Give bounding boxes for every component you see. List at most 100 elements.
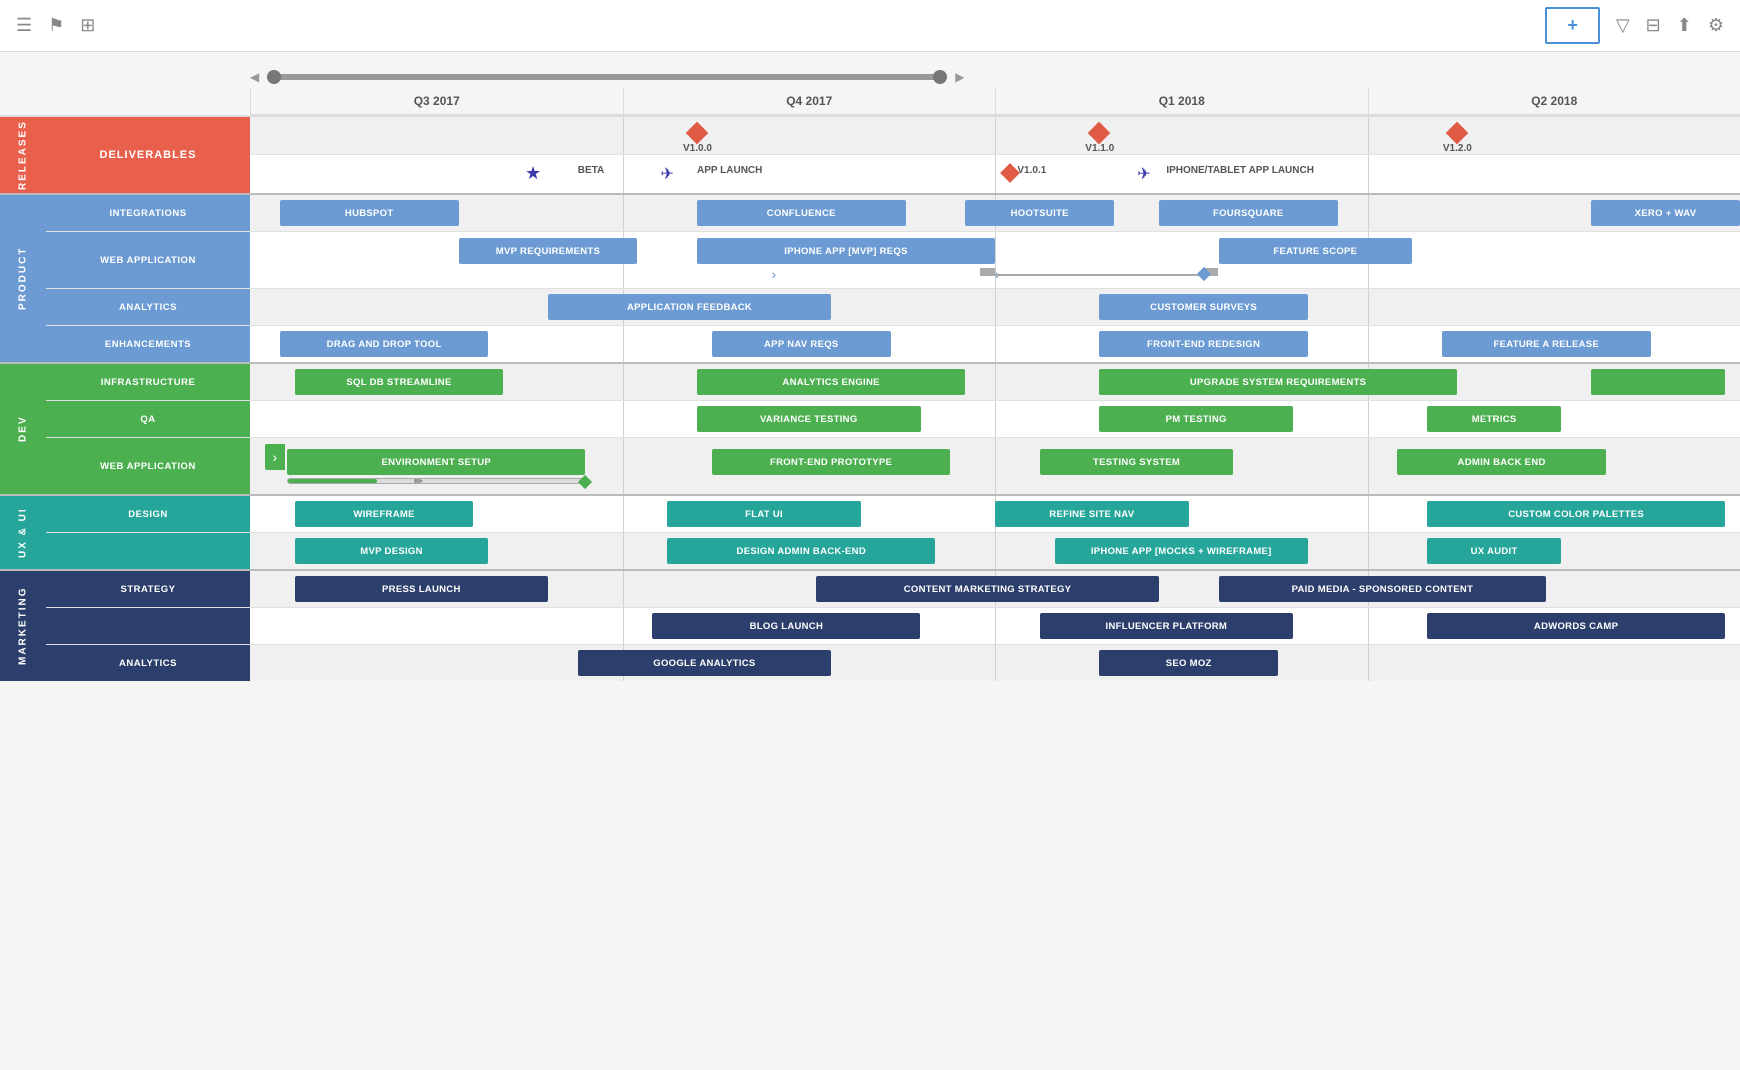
dev-infrastructure-gantt: SQL DB STREAMLINE ANALYTICS ENGINE UPGRA…	[250, 364, 1740, 400]
bar-adwords: ADWORDS CAMP	[1427, 613, 1725, 639]
bar-seo-moz: SEO MOZ	[1099, 650, 1278, 676]
bar-press-launch: PRESS LAUNCH	[295, 576, 548, 602]
product-webapp-gantt: MVP REQUIREMENTS IPHONE APP [MVP] REQS F…	[250, 232, 1740, 288]
dev-row-infrastructure: INFRASTRUCTURE SQL DB STREAMLINE ANALYTI…	[46, 364, 1740, 401]
marketing-row-analytics: ANALYTICS GOOGLE ANALYTICS SEO MOZ	[46, 645, 1740, 681]
dev-group-label: DEV	[0, 364, 46, 494]
marketing-analytics-gantt: GOOGLE ANALYTICS SEO MOZ	[250, 645, 1740, 681]
flag-icon[interactable]: ⚑	[48, 15, 64, 36]
columns-icon[interactable]: ⊟	[1646, 15, 1661, 36]
ux-group-label: UX & UI	[0, 496, 46, 569]
product-webapp-label: WEB APPLICATION	[46, 232, 250, 288]
milestone-v100-label: V1.0.0	[683, 143, 712, 154]
marketing-row-strategy1: STRATEGY PRESS LAUNCH CONTENT MARKETING …	[46, 571, 1740, 608]
add-button[interactable]: +	[1545, 7, 1600, 44]
bar-custom-colors: CUSTOM COLOR PALETTES	[1427, 501, 1725, 527]
product-analytics-gantt: APPLICATION FEEDBACK CUSTOMER SURVEYS	[250, 289, 1740, 325]
quarter-q4: Q4 2017	[623, 88, 996, 114]
product-section: PRODUCT INTEGRATIONS HUBSPOT CONFLUENCE …	[0, 193, 1740, 362]
settings-icon[interactable]: ⚙	[1708, 15, 1724, 36]
milestone-v100-diamond	[686, 122, 709, 145]
bar-ux-audit: UX AUDIT	[1427, 538, 1561, 564]
product-row-webapp: WEB APPLICATION MVP REQUIREMENTS IPHONE …	[46, 232, 1740, 289]
releases-row-1: V1.0.0 V1.1.0 V1.2.0	[250, 117, 1740, 155]
ux-row-design: DESIGN WIREFRAME FLAT UI REFINE SITE NAV…	[46, 496, 1740, 533]
ux-design-label: DESIGN	[46, 496, 250, 532]
milestone-v101-label: V1.0.1	[1017, 165, 1046, 176]
product-analytics-label: ANALYTICS	[46, 289, 250, 325]
product-integrations-label: INTEGRATIONS	[46, 195, 250, 231]
marketing-row-strategy2: BLOG LAUNCH INFLUENCER PLATFORM ADWORDS …	[46, 608, 1740, 645]
bar-variance: VARIANCE TESTING	[697, 406, 921, 432]
milestone-beta-label: BETA	[578, 165, 604, 176]
product-group-label: PRODUCT	[0, 195, 46, 362]
main-area: ◀ ▶ Q3 2017 Q4 2017 Q1 2018 Q2 2018 RELE…	[0, 52, 1740, 691]
product-enhancements-gantt: DRAG AND DROP TOOL APP NAV REQS FRONT-EN…	[250, 326, 1740, 362]
bar-flat-ui: FLAT UI	[667, 501, 861, 527]
filter-icon[interactable]: ▽	[1616, 15, 1630, 36]
marketing-group-label: MARKETING	[0, 571, 46, 681]
bar-customer-surveys: CUSTOMER SURVEYS	[1099, 294, 1308, 320]
bar-drag-drop: DRAG AND DROP TOOL	[280, 331, 489, 357]
bar-metrics: METRICS	[1427, 406, 1561, 432]
network-icon[interactable]: ⊞	[80, 15, 95, 36]
quarter-q2: Q2 2018	[1368, 88, 1740, 114]
bar-mvp-design: MVP DESIGN	[295, 538, 489, 564]
milestone-beta-icon: ★	[525, 163, 541, 184]
bar-app-feedback: APPLICATION FEEDBACK	[548, 294, 831, 320]
ux-design2-label	[46, 533, 250, 569]
slider-track[interactable]	[267, 74, 947, 80]
product-integrations-gantt: HUBSPOT CONFLUENCE HOOTSUITE FOURSQUARE …	[250, 195, 1740, 231]
milestone-v120-label: V1.2.0	[1443, 143, 1472, 154]
bar-confluence: CONFLUENCE	[697, 200, 906, 226]
releases-gantt: V1.0.0 V1.1.0 V1.2.0 ★ BETA ✈ APP LAUNCH	[250, 117, 1740, 193]
milestone-iphone-launch-icon: ✈	[1137, 164, 1150, 184]
dev-webapp-progress-bar	[287, 478, 585, 484]
dev-rows: INFRASTRUCTURE SQL DB STREAMLINE ANALYTI…	[46, 364, 1740, 494]
bar-frontend-redesign: FRONT-END REDESIGN	[1099, 331, 1308, 357]
dev-qa-label: QA	[46, 401, 250, 437]
bar-upgrade-sys-ext	[1591, 369, 1725, 395]
product-rows: INTEGRATIONS HUBSPOT CONFLUENCE HOOTSUIT…	[46, 195, 1740, 362]
marketing-strategy2-label	[46, 608, 250, 644]
slider-handle-right[interactable]	[933, 70, 947, 84]
dev-webapp-label: WEB APPLICATION	[46, 438, 250, 494]
dev-infrastructure-label: INFRASTRUCTURE	[46, 364, 250, 400]
milestone-iphone-launch-label: IPHONE/TABLET APP LAUNCH	[1166, 165, 1314, 176]
bar-wireframe: WIREFRAME	[295, 501, 474, 527]
bar-analytics-engine: ANALYTICS ENGINE	[697, 369, 965, 395]
marketing-strategy2-gantt: BLOG LAUNCH INFLUENCER PLATFORM ADWORDS …	[250, 608, 1740, 644]
milestone-v110-diamond	[1088, 122, 1111, 145]
dev-webapp-gantt: › ENVIRONMENT SETUP FRONT-END PROTOTYPE …	[250, 438, 1740, 494]
dev-row-qa: QA VARIANCE TESTING PM TESTING METRICS	[46, 401, 1740, 438]
bar-content-marketing: CONTENT MARKETING STRATEGY	[816, 576, 1159, 602]
product-row-integrations: INTEGRATIONS HUBSPOT CONFLUENCE HOOTSUIT…	[46, 195, 1740, 232]
bar-feature-scope: FEATURE SCOPE	[1219, 238, 1413, 264]
slider-container: ◀ ▶	[0, 62, 1740, 88]
dev-webapp-pencil-icon: ✏	[414, 475, 423, 488]
ux-rows: DESIGN WIREFRAME FLAT UI REFINE SITE NAV…	[46, 496, 1740, 569]
dev-row-webapp: WEB APPLICATION › ENVIRONMENT SETUP FRON…	[46, 438, 1740, 494]
milestone-app-launch-label: APP LAUNCH	[697, 165, 762, 176]
releases-group-label: RELEASES	[0, 117, 46, 193]
product-row-analytics: ANALYTICS APPLICATION FEEDBACK CUSTOMER …	[46, 289, 1740, 326]
releases-sub-label: DELIVERABLES	[46, 117, 250, 193]
bar-upgrade-sys: UPGRADE SYSTEM REQUIREMENTS	[1099, 369, 1457, 395]
marketing-section: MARKETING STRATEGY PRESS LAUNCH CONTENT …	[0, 569, 1740, 681]
bar-feature-a: FEATURE A RELEASE	[1442, 331, 1651, 357]
dev-webapp-chevron: ›	[265, 444, 285, 470]
export-icon[interactable]: ⬆	[1677, 15, 1692, 36]
bar-design-admin: DESIGN ADMIN BACK-END	[667, 538, 935, 564]
bar-sql: SQL DB STREAMLINE	[295, 369, 504, 395]
list-icon[interactable]: ☰	[16, 15, 32, 36]
milestone-app-launch-icon: ✈	[660, 164, 673, 184]
slider-right-arrow[interactable]: ▶	[955, 70, 964, 84]
releases-left: RELEASES DELIVERABLES	[0, 117, 250, 193]
product-enhancements-label: ENHANCEMENTS	[46, 326, 250, 362]
slider-left-arrow[interactable]: ◀	[250, 70, 259, 84]
bar-xero: XERO + WAV	[1591, 200, 1740, 226]
bar-influencer: INFLUENCER PLATFORM	[1040, 613, 1293, 639]
bar-blog-launch: BLOG LAUNCH	[652, 613, 920, 639]
marketing-analytics-label: ANALYTICS	[46, 645, 250, 681]
slider-handle-left[interactable]	[267, 70, 281, 84]
